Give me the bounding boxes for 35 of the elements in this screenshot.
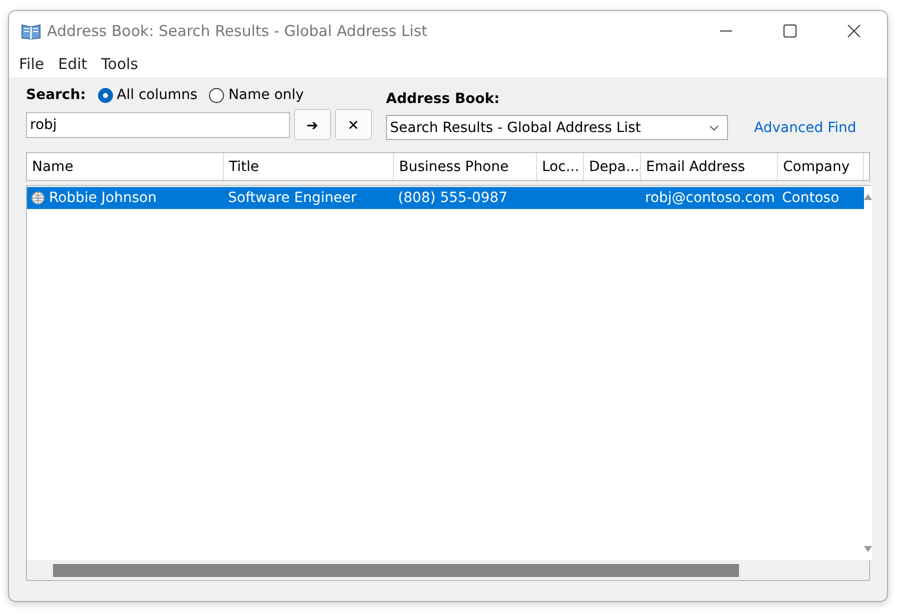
column-header[interactable]: Loc... <box>537 153 584 180</box>
scroll-up-icon[interactable] <box>864 194 872 200</box>
close-icon[interactable] <box>847 24 861 38</box>
radio-option[interactable]: Name only <box>209 87 304 103</box>
vertical-scrollbar[interactable] <box>864 186 872 560</box>
menu-item[interactable]: File <box>19 55 44 73</box>
table-cell: (808) 555-0987 <box>398 190 508 206</box>
table-row[interactable]: Robbie Johnson Software Engineer (808) 555-0987 robj@contoso.com Contoso <box>27 187 864 209</box>
table-cell: Contoso <box>782 190 840 206</box>
search-label: Search: <box>26 87 86 103</box>
column-header[interactable]: Name <box>27 153 224 180</box>
menu-item[interactable]: Edit <box>58 55 88 73</box>
table-cell: Robbie Johnson <box>49 190 157 206</box>
globe-icon <box>31 191 45 205</box>
scroll-down-icon[interactable] <box>864 546 872 552</box>
address-book-label: Address Book: <box>386 91 501 107</box>
window-title: Address Book: Search Results - Global Address List <box>47 22 428 40</box>
table-cell: Software Engineer <box>228 190 357 206</box>
address-book-dropdown[interactable]: Search Results - Global Address List <box>386 115 728 140</box>
book-icon <box>21 22 41 40</box>
go-button[interactable]: ➔ <box>294 109 331 140</box>
column-header[interactable]: Company <box>778 153 864 180</box>
column-header[interactable]: Depa... <box>584 153 641 180</box>
column-header[interactable]: Business Phone <box>394 153 537 180</box>
table-cell: robj@contoso.com <box>645 190 775 206</box>
advanced-find-link[interactable]: Advanced Find <box>754 120 856 136</box>
radio-option[interactable]: All columns <box>98 87 198 103</box>
clear-button[interactable]: ✕ <box>335 109 372 140</box>
search-field[interactable]: robj <box>26 112 290 138</box>
maximize-icon[interactable] <box>783 24 797 38</box>
chevron-down-icon <box>709 124 719 130</box>
column-header[interactable]: Title <box>224 153 394 180</box>
horizontal-scrollbar[interactable] <box>26 560 870 581</box>
column-header[interactable]: Email Address <box>641 153 778 180</box>
menu-item[interactable]: Tools <box>101 55 138 73</box>
